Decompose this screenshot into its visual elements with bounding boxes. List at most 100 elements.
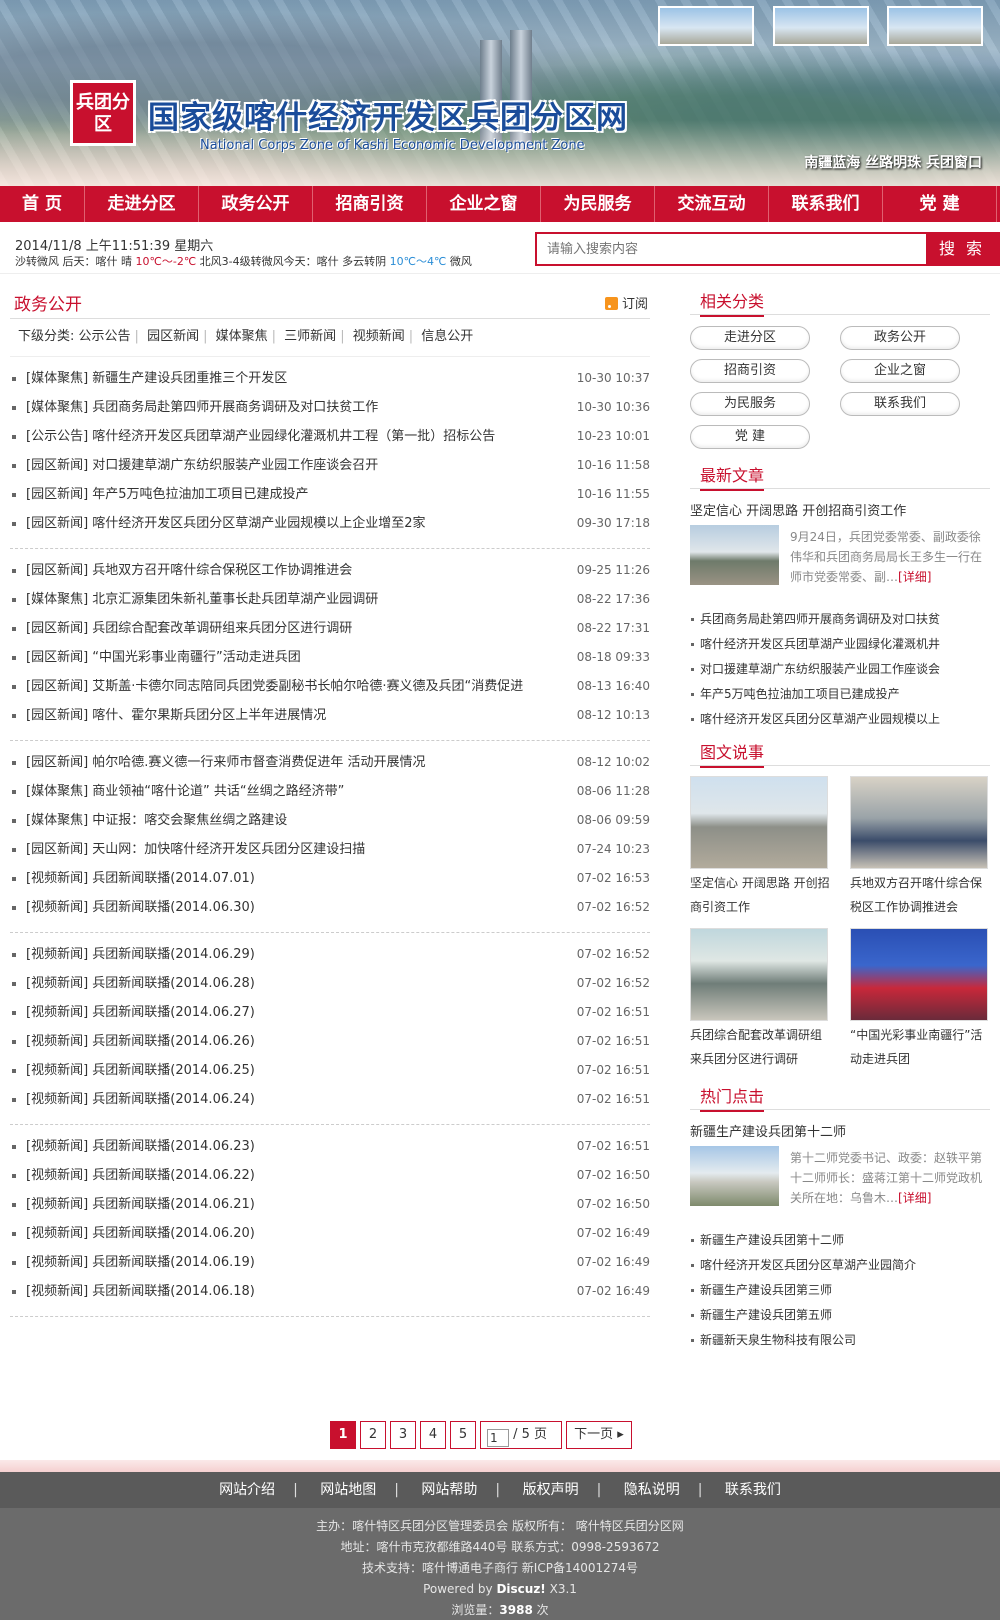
article-row[interactable]: [视频新闻] 兵团新闻联播(2014.06.19) 07-02 16:49 [10, 1248, 650, 1277]
article-row[interactable]: [视频新闻] 兵团新闻联播(2014.06.29) 07-02 16:52 [10, 940, 650, 969]
latest-list-item[interactable]: 兵团商务局赴第四师开展商务调研及对口扶贫 [690, 607, 990, 632]
article-row[interactable]: [视频新闻] 兵团新闻联播(2014.06.30) 07-02 16:52 [10, 893, 650, 922]
page-button[interactable]: 1 [330, 1421, 356, 1449]
article-title-link[interactable]: [视频新闻] 兵团新闻联播(2014.06.30) [26, 893, 255, 922]
latest-feature-photo[interactable] [690, 525, 779, 585]
article-title-link[interactable]: [视频新闻] 兵团新闻联播(2014.06.29) [26, 940, 255, 969]
article-row[interactable]: [视频新闻] 兵团新闻联播(2014.06.27) 07-02 16:51 [10, 998, 650, 1027]
article-title-link[interactable]: [园区新闻] 喀什经济开发区兵团分区草湖产业园规模以上企业增至2家 [26, 509, 426, 538]
article-row[interactable]: [园区新闻] 喀什、霍尔果斯兵团分区上半年进展情况 08-12 10:13 [10, 701, 650, 730]
article-row[interactable]: [园区新闻] 天山网：加快喀什经济开发区兵团分区建设扫描 07-24 10:23 [10, 835, 650, 864]
article-title-link[interactable]: [园区新闻] 天山网：加快喀什经济开发区兵团分区建设扫描 [26, 835, 365, 864]
article-title-link[interactable]: [园区新闻] “中国光彩事业南疆行”活动走进兵团 [26, 643, 301, 672]
article-title-link[interactable]: [园区新闻] 兵团综合配套改革调研组来兵团分区进行调研 [26, 614, 352, 643]
article-row[interactable]: [视频新闻] 兵团新闻联播(2014.06.18) 07-02 16:49 [10, 1277, 650, 1306]
footer-link[interactable]: 网站地图 [320, 1482, 376, 1498]
article-title-link[interactable]: [视频新闻] 兵团新闻联播(2014.06.28) [26, 969, 255, 998]
article-row[interactable]: [园区新闻] 兵团综合配套改革调研组来兵团分区进行调研 08-22 17:31 [10, 614, 650, 643]
article-row[interactable]: [视频新闻] 兵团新闻联播(2014.07.01) 07-02 16:53 [10, 864, 650, 893]
subcategory-link[interactable]: 三师新闻 [284, 329, 336, 344]
article-row[interactable]: [视频新闻] 兵团新闻联播(2014.06.28) 07-02 16:52 [10, 969, 650, 998]
hot-list-item[interactable]: 喀什经济开发区兵团分区草湖产业园简介 [690, 1253, 990, 1278]
detail-link[interactable]: [详细] [898, 570, 931, 584]
subcategory-link[interactable]: 公示公告 [79, 329, 131, 344]
article-row[interactable]: [视频新闻] 兵团新闻联播(2014.06.20) 07-02 16:49 [10, 1219, 650, 1248]
rss-subscribe-link[interactable]: 订阅 [604, 293, 648, 312]
article-title-link[interactable]: [视频新闻] 兵团新闻联播(2014.07.01) [26, 864, 255, 893]
nav-investment[interactable]: 招商引资 [313, 186, 427, 222]
page-button[interactable]: 2 [360, 1421, 386, 1449]
footer-link[interactable]: 网站帮助 [421, 1482, 477, 1498]
article-row[interactable]: [园区新闻] 兵地双方召开喀什综合保税区工作协调推进会 09-25 11:26 [10, 556, 650, 585]
site-logo-seal[interactable]: 兵团分区 [70, 80, 136, 146]
article-title-link[interactable]: [视频新闻] 兵团新闻联播(2014.06.19) [26, 1248, 255, 1277]
article-row[interactable]: [视频新闻] 兵团新闻联播(2014.06.22) 07-02 16:50 [10, 1161, 650, 1190]
article-title-link[interactable]: [园区新闻] 喀什、霍尔果斯兵团分区上半年进展情况 [26, 701, 326, 730]
hot-lead-link[interactable]: 新疆生产建设兵团第十二师 [690, 1110, 990, 1146]
category-pill[interactable]: 为民服务 [690, 392, 810, 416]
article-title-link[interactable]: [视频新闻] 兵团新闻联播(2014.06.25) [26, 1056, 255, 1085]
gallery-image[interactable] [850, 928, 988, 1021]
hot-feature-photo[interactable] [690, 1146, 779, 1206]
nav-government-affairs[interactable]: 政务公开 [199, 186, 313, 222]
article-title-link[interactable]: [视频新闻] 兵团新闻联播(2014.06.27) [26, 998, 255, 1027]
article-title-link[interactable]: [园区新闻] 兵地双方召开喀什综合保税区工作协调推进会 [26, 556, 352, 585]
article-row[interactable]: [媒体聚焦] 商业领袖“喀什论道” 共话“丝绸之路经济带” 08-06 11:28 [10, 777, 650, 806]
gallery-image[interactable] [690, 928, 828, 1021]
latest-list-item[interactable]: 年产5万吨色拉油加工项目已建成投产 [690, 682, 990, 707]
latest-lead-link[interactable]: 坚定信心 开阔思路 开创招商引资工作 [690, 489, 990, 525]
nav-about-zone[interactable]: 走进分区 [85, 186, 199, 222]
article-row[interactable]: [视频新闻] 兵团新闻联播(2014.06.26) 07-02 16:51 [10, 1027, 650, 1056]
article-row[interactable]: [媒体聚焦] 新疆生产建设兵团重推三个开发区 10-30 10:37 [10, 364, 650, 393]
article-row[interactable]: [园区新闻] 喀什经济开发区兵团分区草湖产业园规模以上企业增至2家 09-30 1… [10, 509, 650, 538]
latest-list-item[interactable]: 喀什经济开发区兵团草湖产业园绿化灌溉机井 [690, 632, 990, 657]
article-title-link[interactable]: [视频新闻] 兵团新闻联播(2014.06.22) [26, 1161, 255, 1190]
footer-link[interactable]: 网站介绍 [219, 1482, 275, 1498]
subcategory-link[interactable]: 视频新闻 [353, 329, 405, 344]
article-title-link[interactable]: [视频新闻] 兵团新闻联播(2014.06.24) [26, 1085, 255, 1114]
discuz-link[interactable]: Discuz! [496, 1582, 545, 1596]
article-title-link[interactable]: [园区新闻] 艾斯盖·卡德尔同志陪同兵团党委副秘书长帕尔哈德·赛义德及兵团“消费… [26, 672, 523, 701]
category-pill[interactable]: 企业之窗 [840, 359, 960, 383]
detail-link[interactable]: [详细] [898, 1191, 931, 1205]
hot-list-item[interactable]: 新疆新天泉生物科技有限公司 [690, 1328, 990, 1353]
article-title-link[interactable]: [视频新闻] 兵团新闻联播(2014.06.26) [26, 1027, 255, 1056]
article-row[interactable]: [园区新闻] 对口援建草湖广东纺织服装产业园工作座谈会召开 10-16 11:58 [10, 451, 650, 480]
gallery-caption[interactable]: “中国光彩事业南疆行”活动走进兵团 [850, 1023, 990, 1071]
subcategory-link[interactable]: 媒体聚焦 [216, 329, 268, 344]
category-pill[interactable]: 政务公开 [840, 326, 960, 350]
latest-list-item[interactable]: 喀什经济开发区兵团分区草湖产业园规模以上 [690, 707, 990, 732]
gallery-caption[interactable]: 兵团综合配套改革调研组来兵团分区进行调研 [690, 1023, 830, 1071]
footer-link[interactable]: 版权声明 [523, 1482, 579, 1498]
subcategory-link[interactable]: 园区新闻 [147, 329, 199, 344]
nav-public-service[interactable]: 为民服务 [541, 186, 655, 222]
next-page-button[interactable]: 下一页 ▸ [566, 1421, 632, 1449]
article-title-link[interactable]: [媒体聚焦] 北京汇源集团朱新礼董事长赴兵团草湖产业园调研 [26, 585, 378, 614]
article-row[interactable]: [园区新闻] 艾斯盖·卡德尔同志陪同兵团党委副秘书长帕尔哈德·赛义德及兵团“消费… [10, 672, 650, 701]
article-title-link[interactable]: [媒体聚焦] 商业领袖“喀什论道” 共话“丝绸之路经济带” [26, 777, 344, 806]
article-row[interactable]: [视频新闻] 兵团新闻联播(2014.06.25) 07-02 16:51 [10, 1056, 650, 1085]
subcategory-link[interactable]: 信息公开 [421, 329, 473, 344]
page-button[interactable]: 4 [420, 1421, 446, 1449]
site-title[interactable]: 国家级喀什经济开发区兵团分区网 [148, 92, 628, 137]
nav-contact[interactable]: 联系我们 [769, 186, 883, 222]
article-row[interactable]: [园区新闻] 年产5万吨色拉油加工项目已建成投产 10-16 11:55 [10, 480, 650, 509]
gallery-image[interactable] [690, 776, 828, 869]
article-row[interactable]: [视频新闻] 兵团新闻联播(2014.06.23) 07-02 16:51 [10, 1132, 650, 1161]
article-title-link[interactable]: [视频新闻] 兵团新闻联播(2014.06.18) [26, 1277, 255, 1306]
article-title-link[interactable]: [视频新闻] 兵团新闻联播(2014.06.21) [26, 1190, 255, 1219]
article-row[interactable]: [园区新闻] 帕尔哈德.赛义德一行来师市督查消费促进年 活动开展情况 08-12 … [10, 748, 650, 777]
hot-list-item[interactable]: 新疆生产建设兵团第三师 [690, 1278, 990, 1303]
article-title-link[interactable]: [媒体聚焦] 兵团商务局赴第四师开展商务调研及对口扶贫工作 [26, 393, 378, 422]
gallery-caption[interactable]: 坚定信心 开阔思路 开创招商引资工作 [690, 871, 830, 919]
nav-enterprise[interactable]: 企业之窗 [427, 186, 541, 222]
article-title-link[interactable]: [园区新闻] 对口援建草湖广东纺织服装产业园工作座谈会召开 [26, 451, 378, 480]
category-pill[interactable]: 联系我们 [840, 392, 960, 416]
article-row[interactable]: [视频新闻] 兵团新闻联播(2014.06.21) 07-02 16:50 [10, 1190, 650, 1219]
gallery-item[interactable]: 坚定信心 开阔思路 开创招商引资工作 [690, 776, 850, 928]
hot-list-item[interactable]: 新疆生产建设兵团第五师 [690, 1303, 990, 1328]
article-row[interactable]: [视频新闻] 兵团新闻联播(2014.06.24) 07-02 16:51 [10, 1085, 650, 1114]
page-button[interactable]: 5 [450, 1421, 476, 1449]
category-pill[interactable]: 招商引资 [690, 359, 810, 383]
article-row[interactable]: [媒体聚焦] 兵团商务局赴第四师开展商务调研及对口扶贫工作 10-30 10:36 [10, 393, 650, 422]
